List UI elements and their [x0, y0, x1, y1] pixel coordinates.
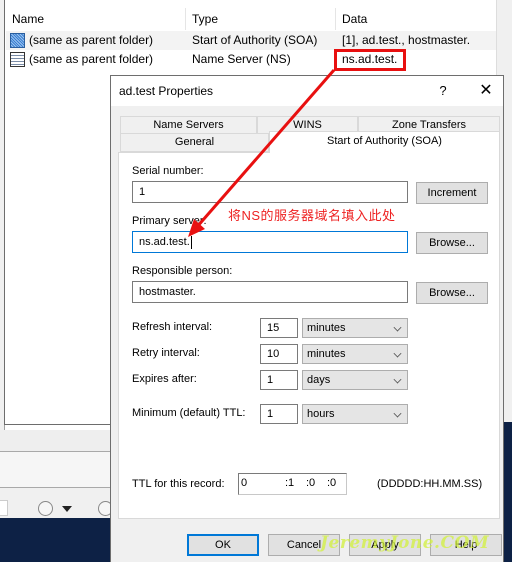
ok-button[interactable]: OK: [187, 534, 259, 556]
responsible-person-label: Responsible person:: [132, 265, 233, 277]
serial-number-input[interactable]: 1: [132, 181, 408, 203]
list-view-icon[interactable]: [38, 501, 53, 516]
ttl-record-label: TTL for this record:: [132, 478, 225, 490]
retry-unit-value: minutes: [307, 348, 346, 360]
chevron-down-icon: [393, 349, 402, 358]
status-strip: [0, 430, 112, 452]
apply-button[interactable]: Apply: [349, 534, 421, 556]
properties-dialog: ad.test Properties ? ✕ Name Servers WINS…: [110, 75, 504, 562]
expires-after-label: Expires after:: [132, 373, 197, 385]
tab-name-servers[interactable]: Name Servers: [120, 116, 257, 134]
row-data: [1], ad.test., hostmaster.: [342, 33, 471, 47]
tab-start-of-authority[interactable]: Start of Authority (SOA): [269, 131, 500, 153]
dialog-titlebar: ad.test Properties ? ✕: [111, 76, 503, 106]
toolbar-input[interactable]: [0, 500, 8, 516]
refresh-unit-select[interactable]: minutes: [302, 318, 408, 338]
column-header-data[interactable]: Data: [336, 8, 496, 30]
responsible-person-input[interactable]: hostmaster.: [132, 281, 408, 303]
tab-general[interactable]: General: [120, 133, 269, 152]
ttl-record-input[interactable]: 0 :1 :0 :0: [238, 473, 347, 495]
responsible-person-browse-button[interactable]: Browse...: [416, 282, 488, 304]
column-header-type[interactable]: Type: [186, 8, 336, 30]
expires-after-input[interactable]: 1: [260, 370, 298, 390]
minimum-ttl-unit-value: hours: [307, 408, 335, 420]
refresh-interval-label: Refresh interval:: [132, 321, 213, 333]
minimum-ttl-input[interactable]: 1: [260, 404, 298, 424]
annotation-highlight-box: [334, 49, 406, 71]
chevron-down-icon: [393, 409, 402, 418]
text-caret: [190, 235, 192, 249]
bottom-toolbar: [0, 488, 113, 518]
ttl-format-hint: (DDDDD:HH.MM.SS): [377, 478, 483, 490]
row-type: Name Server (NS): [192, 52, 291, 66]
pane-border: [4, 0, 111, 425]
retry-interval-input[interactable]: 10: [260, 344, 298, 364]
help-button[interactable]: Help: [430, 534, 502, 556]
ttl-seconds[interactable]: :0: [327, 477, 336, 489]
refresh-interval-input[interactable]: 15: [260, 318, 298, 338]
annotation-text: 将NS的服务器域名填入此处: [228, 208, 396, 223]
minimum-ttl-label: Minimum (default) TTL:: [132, 407, 246, 419]
primary-server-input[interactable]: ns.ad.test.: [132, 231, 408, 253]
ttl-days[interactable]: 0: [241, 477, 247, 489]
chevron-down-icon: [393, 323, 402, 332]
primary-server-value: ns.ad.test.: [139, 236, 190, 248]
dropdown-arrow-icon[interactable]: [62, 506, 72, 512]
ttl-minutes[interactable]: :0: [306, 477, 315, 489]
expires-unit-select[interactable]: days: [302, 370, 408, 390]
taskbar-edge: [503, 422, 512, 562]
cancel-button[interactable]: Cancel: [268, 534, 340, 556]
status-strip-2: [0, 452, 112, 488]
help-icon[interactable]: ?: [435, 82, 451, 100]
serial-number-label: Serial number:: [132, 165, 204, 177]
expires-unit-value: days: [307, 374, 331, 386]
increment-button[interactable]: Increment: [416, 182, 488, 204]
primary-server-label: Primary server:: [132, 215, 207, 227]
primary-server-browse-button[interactable]: Browse...: [416, 232, 488, 254]
taskbar: [0, 518, 112, 562]
close-icon[interactable]: ✕: [475, 81, 497, 101]
dialog-title: ad.test Properties: [119, 84, 214, 98]
retry-interval-label: Retry interval:: [132, 347, 200, 359]
refresh-unit-value: minutes: [307, 322, 346, 334]
row-type: Start of Authority (SOA): [192, 33, 318, 47]
minimum-ttl-unit-select[interactable]: hours: [302, 404, 408, 424]
ttl-hours[interactable]: :1: [285, 477, 294, 489]
chevron-down-icon: [393, 375, 402, 384]
retry-unit-select[interactable]: minutes: [302, 344, 408, 364]
